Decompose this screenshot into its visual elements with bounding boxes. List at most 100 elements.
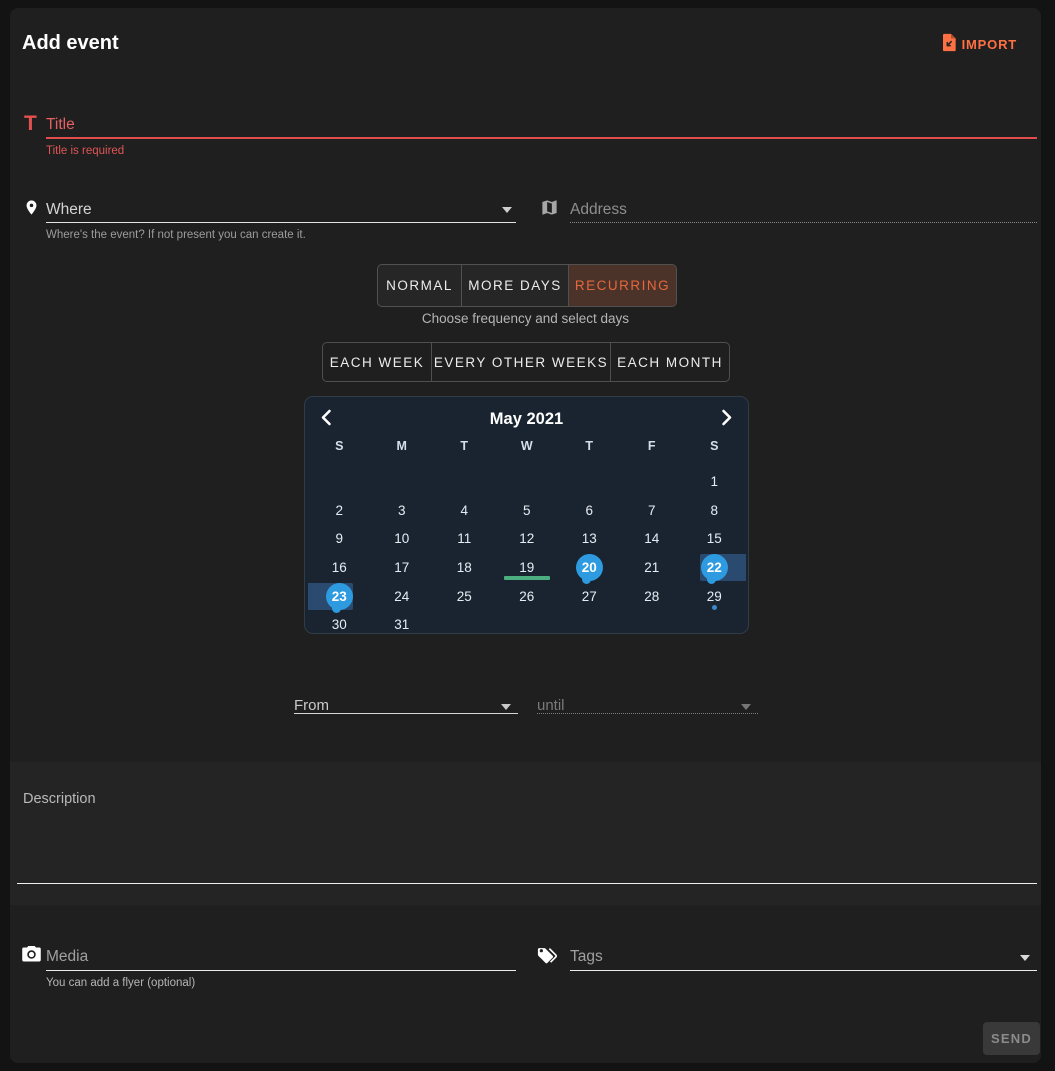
calendar-day-10[interactable]: 10 — [371, 524, 434, 553]
send-button[interactable]: SEND — [983, 1022, 1040, 1055]
weekday-label: S — [308, 439, 371, 453]
address-underline — [570, 220, 1037, 223]
day-number: 26 — [519, 589, 534, 604]
calendar-day-11[interactable]: 11 — [433, 524, 496, 553]
calendar-day-28[interactable]: 28 — [621, 582, 684, 611]
calendar-day-empty — [496, 610, 559, 639]
day-number: 10 — [394, 531, 409, 546]
calendar-day-29[interactable]: 29 — [683, 582, 746, 611]
where-select[interactable]: Where — [46, 201, 92, 219]
tab-recurring[interactable]: RECURRING — [568, 265, 676, 306]
calendar-day-13[interactable]: 13 — [558, 524, 621, 553]
tab-more-days[interactable]: MORE DAYS — [461, 265, 568, 306]
day-number: 2 — [335, 503, 343, 518]
day-number: 12 — [519, 531, 534, 546]
calendar-day-empty — [433, 467, 496, 496]
calendar-day-8[interactable]: 8 — [683, 496, 746, 525]
weekday-label: W — [496, 439, 559, 453]
day-number: 16 — [332, 560, 347, 575]
calendar-day-grid: 1234567891011121314151617181920212223242… — [308, 467, 746, 639]
frequency-buttons: EACH WEEKEVERY OTHER WEEKSEACH MONTH — [322, 342, 730, 382]
location-pin-icon — [23, 197, 40, 223]
calendar-day-27[interactable]: 27 — [558, 582, 621, 611]
today-bar — [504, 576, 550, 580]
calendar-day-20[interactable]: 20 — [558, 553, 621, 582]
camera-icon — [22, 946, 41, 968]
tab-normal[interactable]: NORMAL — [378, 265, 461, 306]
page-title: Add event — [22, 32, 119, 55]
where-helper-text: Where's the event? If not present you ca… — [46, 229, 306, 241]
tags-underline — [570, 970, 1037, 971]
calendar-day-14[interactable]: 14 — [621, 524, 684, 553]
calendar-day-31[interactable]: 31 — [371, 610, 434, 639]
frequency-helper-text: Choose frequency and select days — [10, 311, 1041, 326]
day-number: 8 — [710, 503, 718, 518]
tags-dropdown-caret[interactable] — [1020, 955, 1030, 961]
title-input[interactable]: Title — [46, 116, 75, 134]
day-number: 11 — [457, 531, 471, 546]
description-section: Description — [10, 762, 1041, 905]
media-input[interactable]: Media — [46, 948, 88, 966]
calendar-day-15[interactable]: 15 — [683, 524, 746, 553]
calendar-day-17[interactable]: 17 — [371, 553, 434, 582]
where-dropdown-caret[interactable] — [502, 207, 512, 213]
from-underline — [294, 713, 518, 714]
calendar-day-empty — [308, 467, 371, 496]
tags-icon — [537, 946, 559, 970]
calendar-day-26[interactable]: 26 — [496, 582, 559, 611]
day-number: 4 — [460, 503, 468, 518]
calendar-day-25[interactable]: 25 — [433, 582, 496, 611]
calendar-day-22[interactable]: 22 — [683, 553, 746, 582]
frequency-button-every-other-weeks[interactable]: EVERY OTHER WEEKS — [431, 343, 610, 381]
calendar-day-7[interactable]: 7 — [621, 496, 684, 525]
calendar-day-empty — [433, 610, 496, 639]
calendar-day-21[interactable]: 21 — [621, 553, 684, 582]
calendar-month-title: May 2021 — [305, 410, 748, 429]
frequency-button-each-week[interactable]: EACH WEEK — [323, 343, 431, 381]
calendar-day-1[interactable]: 1 — [683, 467, 746, 496]
weekday-label: M — [371, 439, 434, 453]
calendar-day-2[interactable]: 2 — [308, 496, 371, 525]
media-helper-text: You can add a flyer (optional) — [46, 977, 195, 989]
calendar-day-6[interactable]: 6 — [558, 496, 621, 525]
title-icon: T — [24, 112, 37, 136]
calendar-day-30[interactable]: 30 — [308, 610, 371, 639]
from-time-select[interactable]: From — [294, 697, 329, 714]
tags-select[interactable]: Tags — [570, 948, 603, 966]
calendar-day-12[interactable]: 12 — [496, 524, 559, 553]
calendar-day-16[interactable]: 16 — [308, 553, 371, 582]
day-number: 24 — [394, 589, 409, 604]
day-number: 1 — [710, 474, 718, 489]
map-icon — [540, 198, 559, 222]
import-button[interactable]: IMPORT — [941, 33, 1017, 55]
day-number: 14 — [644, 531, 659, 546]
day-number: 18 — [457, 560, 472, 575]
calendar-day-3[interactable]: 3 — [371, 496, 434, 525]
weekday-label: S — [683, 439, 746, 453]
add-event-dialog: Add event IMPORT T Title Title is requir… — [10, 8, 1041, 1063]
calendar-day-19[interactable]: 19 — [496, 553, 559, 582]
day-number: 28 — [644, 589, 659, 604]
calendar-day-24[interactable]: 24 — [371, 582, 434, 611]
day-number: 19 — [519, 560, 534, 575]
calendar-weekday-row: SMTWTFS — [308, 439, 746, 453]
calendar-day-5[interactable]: 5 — [496, 496, 559, 525]
description-textarea[interactable]: Description — [23, 791, 96, 807]
address-input[interactable]: Address — [570, 201, 627, 219]
until-underline — [537, 711, 758, 714]
calendar-day-18[interactable]: 18 — [433, 553, 496, 582]
day-number: 25 — [457, 589, 472, 604]
calendar-day-4[interactable]: 4 — [433, 496, 496, 525]
title-underline — [46, 137, 1037, 139]
day-number: 13 — [582, 531, 597, 546]
calendar-day-23[interactable]: 23 — [308, 582, 371, 611]
event-dot — [712, 605, 717, 610]
where-underline — [46, 222, 516, 223]
calendar-day-empty — [558, 610, 621, 639]
calendar-day-9[interactable]: 9 — [308, 524, 371, 553]
media-underline — [46, 970, 516, 971]
frequency-button-each-month[interactable]: EACH MONTH — [610, 343, 729, 381]
from-dropdown-caret[interactable] — [501, 704, 511, 710]
day-number: 22 — [707, 560, 722, 575]
until-dropdown-caret — [741, 704, 751, 710]
